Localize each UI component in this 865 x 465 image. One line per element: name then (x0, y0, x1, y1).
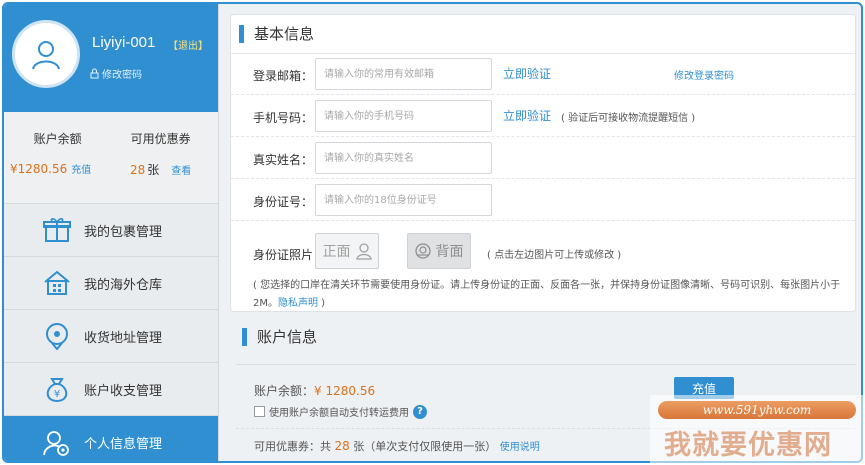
watermark-url: www.591yhw.com (658, 401, 856, 419)
phone-verify-note: ( 验证后可接收物流提醒短信 ) (561, 113, 696, 124)
real-name-label: 真实姓名： (253, 153, 314, 167)
modify-login-password-link[interactable]: 修改登录密码 (674, 67, 734, 82)
auto-pay-checkbox[interactable] (254, 406, 265, 417)
warehouse-icon (42, 268, 72, 298)
money-bag-icon: ¥ (42, 374, 72, 404)
balance-label: 账户余额 (33, 132, 82, 146)
account-balance-label: 账户余额： (254, 384, 315, 398)
balance-column: 账户余额 ¥1280.56 充值 (10, 130, 91, 176)
basic-info-heading: 基本信息 (239, 23, 314, 44)
menu-label: 账户收支管理 (84, 383, 163, 399)
coupons-unit: 张 (147, 163, 160, 177)
auto-pay-option: 使用账户余额自动支付转运费用 ? (254, 404, 427, 419)
account-info-title: 账户信息 (257, 328, 318, 346)
emblem-icon (414, 243, 431, 259)
profile-panel: Liyiyi-001 【退出】 修改密码 (4, 4, 218, 112)
basic-info-title: 基本信息 (254, 25, 315, 43)
email-row: 登录邮箱： 立即验证 修改登录密码 (231, 53, 855, 95)
app-frame: Liyiyi-001 【退出】 修改密码 账户余额 ¥1280.56 充值 可用优… (2, 2, 863, 463)
heading-bar (239, 24, 244, 43)
notice-text: ( 您选择的口岸在清关环节需要使用身份证。请上传身份证的正面、反面各一张，并保持… (253, 280, 841, 309)
verify-email-link[interactable]: 立即验证 (503, 65, 551, 82)
menu-item-profile[interactable]: 个人信息管理 (4, 416, 218, 461)
menu-label: 收货地址管理 (84, 330, 163, 346)
phone-label: 手机号码： (253, 111, 314, 125)
help-icon[interactable]: ? (413, 404, 427, 419)
gift-icon (42, 215, 72, 245)
id-photo-front-upload[interactable]: 正面 (315, 233, 379, 269)
usage-instructions-link[interactable]: 使用说明 (500, 442, 540, 453)
id-front-label: 正面 (322, 244, 351, 260)
auto-pay-label: 使用账户余额自动支付转运费用 (269, 408, 409, 419)
coupons-column: 可用优惠券 28 张查看 (130, 130, 191, 178)
id-number-field[interactable] (315, 184, 492, 216)
menu-item-warehouse[interactable]: 我的海外仓库 (4, 257, 218, 310)
watermark-text: 我就要优惠网 (664, 430, 832, 461)
logout-link[interactable]: 【退出】 (168, 37, 208, 52)
coupons-prefix: 可用优惠券：共 (254, 440, 331, 453)
menu-label: 个人信息管理 (84, 437, 163, 452)
svg-text:¥: ¥ (54, 389, 60, 400)
coupons-label: 可用优惠券 (130, 132, 191, 146)
real-name-field[interactable] (315, 142, 492, 174)
lock-icon (90, 68, 99, 79)
phone-row: 手机号码： 立即验证 ( 验证后可接收物流提醒短信 ) (231, 95, 855, 137)
privacy-link[interactable]: 隐私声明 (278, 298, 318, 309)
user-settings-icon (42, 428, 72, 458)
balance-summary: 账户余额 ¥1280.56 充值 可用优惠券 28 张查看 (4, 112, 218, 204)
account-info-heading: 账户信息 (242, 326, 317, 347)
id-number-label: 身份证号： (253, 195, 314, 209)
menu-label: 我的海外仓库 (84, 277, 163, 293)
account-balance: 账户余额：¥ 1280.56 (254, 382, 375, 399)
verify-phone-link[interactable]: 立即验证 (503, 107, 551, 124)
avatar[interactable] (12, 20, 80, 88)
heading-bar (242, 327, 247, 346)
real-name-row: 真实姓名： (231, 137, 855, 179)
email-label: 登录邮箱： (253, 69, 314, 83)
user-icon (355, 243, 372, 260)
coupons-suffix: 张（单次支付仅限使用一张） (353, 440, 497, 453)
coupons-count: 28 (334, 439, 350, 453)
view-coupons-link[interactable]: 查看 (171, 166, 191, 177)
id-photo-back-upload[interactable]: 背面 (407, 233, 471, 269)
menu-item-finance[interactable]: ¥ 账户收支管理 (4, 363, 218, 416)
email-field[interactable] (315, 58, 492, 90)
id-notice: ( 您选择的口岸在清关环节需要使用身份证。请上传身份证的正面、反面各一张，并保持… (253, 277, 847, 313)
username: Liyiyi-001 (92, 34, 156, 51)
change-password-label: 修改密码 (102, 70, 142, 81)
recharge-link[interactable]: 充值 (71, 165, 91, 176)
menu-label: 我的包裹管理 (84, 224, 163, 240)
coupons-value-row: 28 张查看 (130, 161, 191, 178)
balance-value: ¥1280.56 (10, 162, 68, 176)
notice-end: ) (318, 298, 326, 309)
main-content: 基本信息 登录邮箱： 立即验证 修改登录密码 手机号码： 立即验证 ( 验证后可… (222, 4, 861, 461)
change-password-link[interactable]: 修改密码 (90, 66, 142, 81)
balance-value-row: ¥1280.56 充值 (10, 161, 91, 176)
coupons-count: 28 (130, 163, 146, 177)
menu-item-packages[interactable]: 我的包裹管理 (4, 204, 218, 257)
id-photo-note: ( 点击左边图片可上传或修改 ) (487, 250, 622, 261)
basic-info-card: 基本信息 登录邮箱： 立即验证 修改登录密码 手机号码： 立即验证 ( 验证后可… (230, 14, 856, 312)
id-number-row: 身份证号： (231, 179, 855, 221)
id-back-label: 背面 (435, 244, 464, 260)
divider (236, 364, 856, 365)
menu-item-address[interactable]: 收货地址管理 (4, 310, 218, 363)
available-coupons: 可用优惠券：共 28 张（单次支付仅限使用一张） 使用说明 (254, 438, 540, 454)
account-balance-value: ¥ 1280.56 (314, 384, 376, 398)
sidebar: Liyiyi-001 【退出】 修改密码 账户余额 ¥1280.56 充值 可用优… (4, 4, 219, 461)
user-icon (32, 41, 60, 70)
watermark: www.591yhw.com 我就要优惠网 (650, 395, 865, 465)
phone-field[interactable] (315, 100, 492, 132)
location-pin-icon (42, 321, 72, 351)
